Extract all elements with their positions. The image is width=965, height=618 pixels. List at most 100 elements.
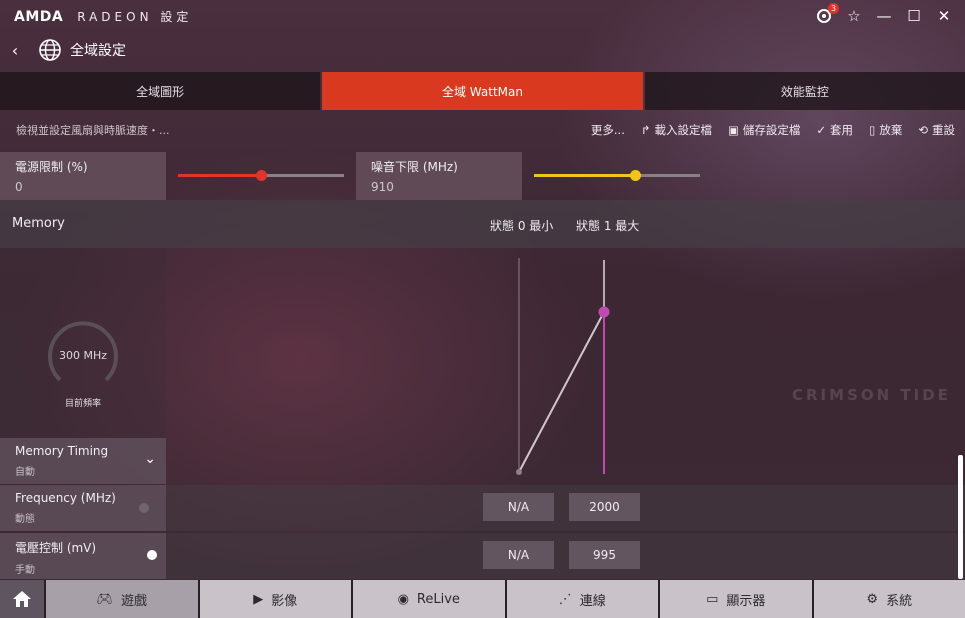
- load-profile-label: 載入設定檔: [654, 123, 713, 137]
- state-1-point[interactable]: [598, 306, 610, 318]
- power-limit-label: 電源限制 (%): [15, 160, 88, 174]
- voltage-state0-field[interactable]: N/A: [483, 541, 554, 569]
- save-profile-label: 儲存設定檔: [742, 123, 801, 137]
- power-limit-slider-fill: [178, 174, 261, 177]
- page-title: 全域設定: [70, 43, 126, 59]
- state-0-point[interactable]: [516, 469, 522, 475]
- home-button[interactable]: [0, 580, 44, 618]
- relive-icon: ◉: [397, 591, 409, 607]
- nav-display[interactable]: ▭ 顯示器: [660, 580, 812, 618]
- notification-badge: 3: [828, 3, 839, 14]
- voltage-cell: 電壓控制 (mV) 手動: [0, 533, 166, 579]
- gamepad-icon: 🎮︎: [96, 591, 113, 607]
- nav-connect-label: 連線: [579, 593, 606, 609]
- frequency-row: [166, 485, 965, 531]
- noise-floor-value: 910: [371, 180, 394, 194]
- chevron-down-icon: ⌄: [144, 451, 156, 467]
- frequency-mode: 動態: [15, 514, 35, 525]
- memory-timing-label: Memory Timing: [15, 444, 109, 458]
- play-icon: ▶: [253, 591, 264, 607]
- nav-system[interactable]: ⚙ 系統: [813, 580, 965, 618]
- close-button[interactable]: ✕: [933, 5, 955, 27]
- reset-button[interactable]: ⟲ 重設: [918, 122, 955, 138]
- vertical-scrollbar[interactable]: [958, 455, 963, 579]
- toolbar-actions: 更多... ↱ 載入設定檔 ▣ 儲存設定檔 ✓ 套用 ▯ 放棄 ⟲ 重設: [591, 122, 955, 138]
- current-memory-clock: 300 MHz: [58, 349, 108, 362]
- memory-label: Memory: [12, 216, 65, 231]
- state-1-label: 狀態 1 最大: [576, 219, 640, 233]
- share-icon: ⋰: [558, 591, 572, 607]
- power-limit-value: 0: [15, 180, 23, 194]
- noise-floor-cell: 噪音下限 (MHz) 910: [356, 152, 522, 200]
- crimson-tide-watermark: CRIMSON TIDE: [792, 386, 951, 404]
- tab-performance-monitor[interactable]: 效能監控: [644, 72, 965, 110]
- toolbar: 檢視並設定風扇與時脈速度・... 更多... ↱ 載入設定檔 ▣ 儲存設定檔 ✓…: [0, 116, 965, 144]
- voltage-row: [166, 533, 965, 579]
- minimize-button[interactable]: —: [873, 5, 895, 27]
- nav-video[interactable]: ▶ 影像: [199, 580, 351, 618]
- tab-bar: 全域圖形 全域 WattMan 效能監控: [0, 72, 965, 110]
- curve-line: [518, 311, 605, 473]
- favorite-star-icon[interactable]: ☆: [843, 5, 865, 27]
- nav-games[interactable]: 🎮︎ 遊戲: [46, 580, 198, 618]
- brand: AMDA RADEON 設定: [14, 8, 192, 25]
- window-controls: 3 ☆ — ☐ ✕: [813, 3, 955, 27]
- page-header: ‹ 全域設定: [0, 34, 126, 66]
- load-arrow-icon: ↱: [640, 123, 651, 137]
- state-curve: [516, 258, 610, 475]
- power-limit-slider-knob[interactable]: [256, 170, 267, 181]
- discard-button[interactable]: ▯ 放棄: [869, 122, 902, 138]
- back-arrow-icon[interactable]: ‹: [0, 41, 30, 60]
- frequency-toggle[interactable]: [139, 503, 149, 513]
- nav-system-label: 系統: [886, 593, 913, 609]
- reset-label: 重設: [932, 123, 955, 137]
- page-description: 檢視並設定風扇與時脈速度・...: [16, 124, 170, 137]
- power-limit-cell: 電源限制 (%) 0: [0, 152, 166, 200]
- apply-label: 套用: [830, 123, 854, 137]
- state-0-label: 狀態 0 最小: [490, 219, 554, 233]
- nav-relive-label: ReLive: [416, 591, 460, 607]
- tab-global-wattman[interactable]: 全域 WattMan: [322, 72, 643, 110]
- noise-floor-slider-fill: [534, 174, 635, 177]
- noise-floor-label: 噪音下限 (MHz): [371, 160, 458, 174]
- voltage-label: 電壓控制 (mV): [15, 541, 97, 555]
- voltage-toggle[interactable]: [147, 550, 157, 560]
- gear-wrench-icon: ⚙: [866, 591, 879, 607]
- power-limit-slider[interactable]: [178, 170, 344, 181]
- memory-section-header: Memory 狀態 0 最小 狀態 1 最大: [0, 200, 965, 248]
- save-disk-icon: ▣: [728, 123, 739, 137]
- nav-video-label: 影像: [271, 593, 298, 609]
- noise-floor-slider[interactable]: [534, 170, 700, 181]
- apply-button[interactable]: ✓ 套用: [816, 122, 853, 138]
- maximize-button[interactable]: ☐: [903, 5, 925, 27]
- load-profile-button[interactable]: ↱ 載入設定檔: [641, 122, 712, 138]
- power-settings-row: 電源限制 (%) 0 噪音下限 (MHz) 910: [0, 152, 965, 200]
- nav-display-label: 顯示器: [726, 593, 766, 609]
- more-button[interactable]: 更多...: [591, 122, 625, 138]
- save-profile-button[interactable]: ▣ 儲存設定檔: [728, 122, 800, 138]
- amd-logo: AMDA: [14, 8, 64, 25]
- checkmark-icon: ✓: [816, 123, 827, 137]
- bottom-navigation: 🎮︎ 遊戲 ▶ 影像 ◉ ReLive ⋰ 連線 ▭ 顯示器 ⚙ 系統: [0, 580, 965, 618]
- nav-connect[interactable]: ⋰ 連線: [506, 580, 658, 618]
- nav-relive[interactable]: ◉ ReLive: [353, 580, 505, 618]
- voltage-state1-field[interactable]: 995: [569, 541, 640, 569]
- memory-state-graph: [166, 248, 965, 484]
- reset-icon: ⟲: [918, 123, 928, 137]
- frequency-label: Frequency (MHz): [15, 491, 116, 505]
- tab-global-graphics[interactable]: 全域圖形: [0, 72, 321, 110]
- noise-floor-slider-knob[interactable]: [630, 170, 641, 181]
- frequency-state0-field[interactable]: N/A: [483, 493, 554, 521]
- frequency-cell: Frequency (MHz) 動態: [0, 485, 166, 531]
- trash-icon: ▯: [869, 123, 876, 137]
- title-bar: AMDA RADEON 設定 3 ☆ — ☐ ✕: [0, 0, 965, 32]
- nav-games-label: 遊戲: [121, 593, 148, 609]
- memory-timing-dropdown[interactable]: Memory Timing 自動 ⌄: [0, 438, 166, 484]
- more-label: 更多...: [590, 123, 625, 137]
- monitor-icon: ▭: [706, 591, 719, 607]
- frequency-state1-field[interactable]: 2000: [569, 493, 640, 521]
- notifications-icon[interactable]: 3: [813, 3, 839, 27]
- globe-icon: [39, 39, 61, 61]
- voltage-mode: 手動: [15, 565, 35, 576]
- memory-timing-value: 自動: [15, 467, 35, 478]
